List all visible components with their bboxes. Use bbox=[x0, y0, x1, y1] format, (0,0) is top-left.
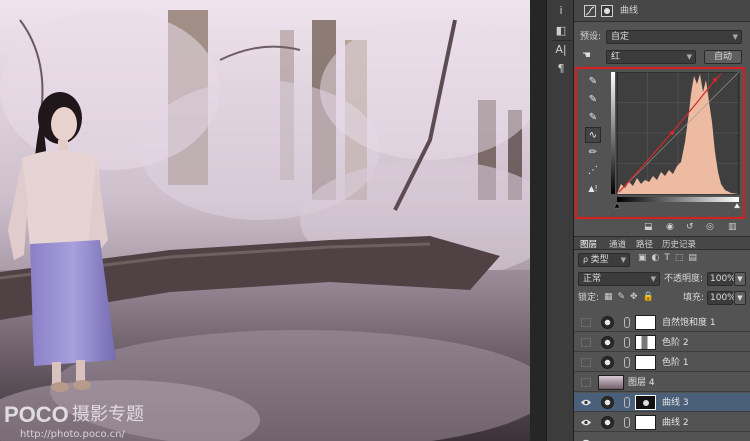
layer-row[interactable]: 曲线 2 bbox=[574, 413, 750, 432]
curves-editor: ✎ ✎ ✎ ∿ ✏ ⋰ ▲! bbox=[575, 67, 745, 219]
eye-icon[interactable] bbox=[581, 418, 591, 427]
tab-history[interactable]: 历史记录 bbox=[662, 239, 696, 251]
layer-row[interactable]: 自然饱和度 1 bbox=[574, 313, 750, 332]
properties-panel: 曲线 预设: 自定 ▼ ☚ 红 ▼ 自动 ✎ ✎ ✎ ∿ ✏ ⋰ ▲! ⬓ ◉ … bbox=[574, 0, 750, 441]
gray-point-icon[interactable]: ✎ bbox=[585, 110, 601, 126]
chevron-down-icon: ▼ bbox=[732, 33, 738, 41]
layer-mask-thumb[interactable] bbox=[635, 395, 656, 410]
white-slider[interactable] bbox=[733, 202, 741, 209]
visibility-toggle[interactable] bbox=[581, 358, 591, 367]
layer-name[interactable]: 自然饱和度 1 bbox=[662, 317, 716, 329]
adjustment-icon bbox=[601, 416, 614, 429]
paragraph-icon[interactable]: ¶ bbox=[551, 60, 571, 78]
properties-header: 曲线 bbox=[574, 0, 750, 22]
link-icon bbox=[624, 397, 630, 408]
preset-select[interactable]: 自定 ▼ bbox=[606, 30, 742, 44]
targeted-adjustment-icon[interactable]: ☚ bbox=[582, 50, 598, 62]
lock-icons[interactable]: ▦✎✥🔒 bbox=[604, 292, 664, 304]
layer-mask-thumb[interactable] bbox=[635, 315, 656, 330]
layer-row-selected[interactable]: 曲线 3 bbox=[574, 393, 750, 412]
histogram-icon[interactable]: ◧ bbox=[551, 22, 571, 40]
curve-point-icon[interactable]: ∿ bbox=[585, 127, 601, 143]
layer-mask-thumb[interactable] bbox=[635, 355, 656, 370]
preset-label: 预设: bbox=[580, 32, 602, 42]
smooth-icon[interactable]: ⋰ bbox=[585, 163, 601, 179]
properties-title: 曲线 bbox=[620, 6, 639, 16]
fill-field[interactable]: 100% bbox=[707, 291, 736, 305]
layer-name[interactable]: 曲线 3 bbox=[662, 397, 689, 409]
tab-paths[interactable]: 路径 bbox=[636, 239, 653, 251]
clip-to-layer-icon[interactable]: ⬓ bbox=[644, 222, 653, 232]
adjustment-icon bbox=[601, 356, 614, 369]
curve-point[interactable] bbox=[670, 131, 674, 135]
channel-select[interactable]: 红 ▼ bbox=[606, 50, 696, 64]
link-icon bbox=[624, 337, 630, 348]
mask-icon[interactable] bbox=[601, 5, 613, 17]
curve-graph[interactable] bbox=[611, 72, 741, 210]
visibility-icon[interactable]: ◎ bbox=[706, 222, 714, 232]
sample-in-image-icon[interactable]: ✎ bbox=[585, 74, 601, 90]
lock-label: 锁定: bbox=[578, 293, 600, 303]
photo-canvas[interactable]: POCO 摄影专题 http://photo.poco.cn/ bbox=[0, 0, 530, 441]
adjustment-icon bbox=[601, 336, 614, 349]
layer-name[interactable]: 图层 4 bbox=[628, 377, 655, 389]
adjustment-icon bbox=[601, 396, 614, 409]
reset-icon[interactable]: ↺ bbox=[686, 222, 694, 232]
black-point-icon[interactable]: ✎ bbox=[585, 92, 601, 108]
layer-name[interactable]: 色阶 1 bbox=[662, 357, 689, 369]
adjustment-icon bbox=[601, 316, 614, 329]
layer-thumb[interactable] bbox=[598, 375, 624, 390]
link-icon bbox=[624, 417, 630, 428]
layer-row[interactable] bbox=[574, 433, 750, 441]
clipping-warning-icon[interactable]: ▲! bbox=[585, 181, 601, 197]
pencil-icon[interactable]: ✏ bbox=[585, 145, 601, 161]
eye-icon[interactable] bbox=[581, 398, 591, 407]
opacity-label: 不透明度: bbox=[664, 274, 704, 284]
layer-row[interactable]: 图层 4 bbox=[574, 373, 750, 392]
opacity-dropdown[interactable]: ▼ bbox=[734, 272, 746, 286]
poco-logo-cn: 摄影专题 bbox=[72, 404, 144, 425]
poco-logo: POCO bbox=[4, 402, 69, 427]
black-slider[interactable] bbox=[613, 202, 621, 209]
character-icon[interactable]: A| bbox=[551, 40, 571, 58]
canvas-gutter bbox=[530, 0, 546, 441]
tab-layers[interactable]: 图层 bbox=[580, 239, 597, 251]
tab-channels[interactable]: 通道 bbox=[609, 239, 626, 251]
trash-icon[interactable]: ▥ bbox=[728, 222, 737, 232]
layer-row[interactable]: 色阶 1 bbox=[574, 353, 750, 372]
fill-label: 填充: bbox=[683, 293, 705, 303]
layer-name[interactable]: 曲线 2 bbox=[662, 417, 689, 429]
layer-row[interactable]: 色阶 2 bbox=[574, 333, 750, 352]
opacity-field[interactable]: 100% bbox=[707, 272, 736, 286]
properties-footer: ⬓ ◉ ↺ ◎ ▥ bbox=[574, 222, 750, 234]
auto-button[interactable]: 自动 bbox=[704, 50, 742, 64]
chevron-down-icon: ▼ bbox=[686, 53, 692, 61]
curves-adjustment-icon bbox=[584, 5, 596, 17]
visibility-toggle[interactable] bbox=[581, 378, 591, 387]
visibility-toggle[interactable] bbox=[581, 338, 591, 347]
blend-mode-select[interactable]: 正常 ▼ bbox=[578, 272, 660, 286]
link-icon bbox=[624, 357, 630, 368]
info-icon[interactable]: i bbox=[551, 2, 571, 20]
curve-point[interactable] bbox=[713, 78, 717, 82]
layer-mask-thumb[interactable] bbox=[635, 335, 656, 350]
layer-mask-thumb[interactable] bbox=[635, 415, 656, 430]
view-previous-icon[interactable]: ◉ bbox=[666, 222, 674, 232]
fill-dropdown[interactable]: ▼ bbox=[734, 291, 746, 305]
poco-url: http://photo.poco.cn/ bbox=[20, 429, 125, 440]
panel-toolstrip: i ◧ A| ¶ bbox=[546, 0, 574, 441]
forest-photo: POCO 摄影专题 http://photo.poco.cn/ bbox=[0, 0, 530, 441]
layer-filter-icons[interactable]: ▣◐T⬚▤ bbox=[638, 253, 742, 267]
link-icon bbox=[624, 317, 630, 328]
layer-filter-select[interactable]: ρ 类型 ▼ bbox=[578, 253, 630, 267]
layer-name[interactable]: 色阶 2 bbox=[662, 337, 689, 349]
visibility-toggle[interactable] bbox=[581, 318, 591, 327]
